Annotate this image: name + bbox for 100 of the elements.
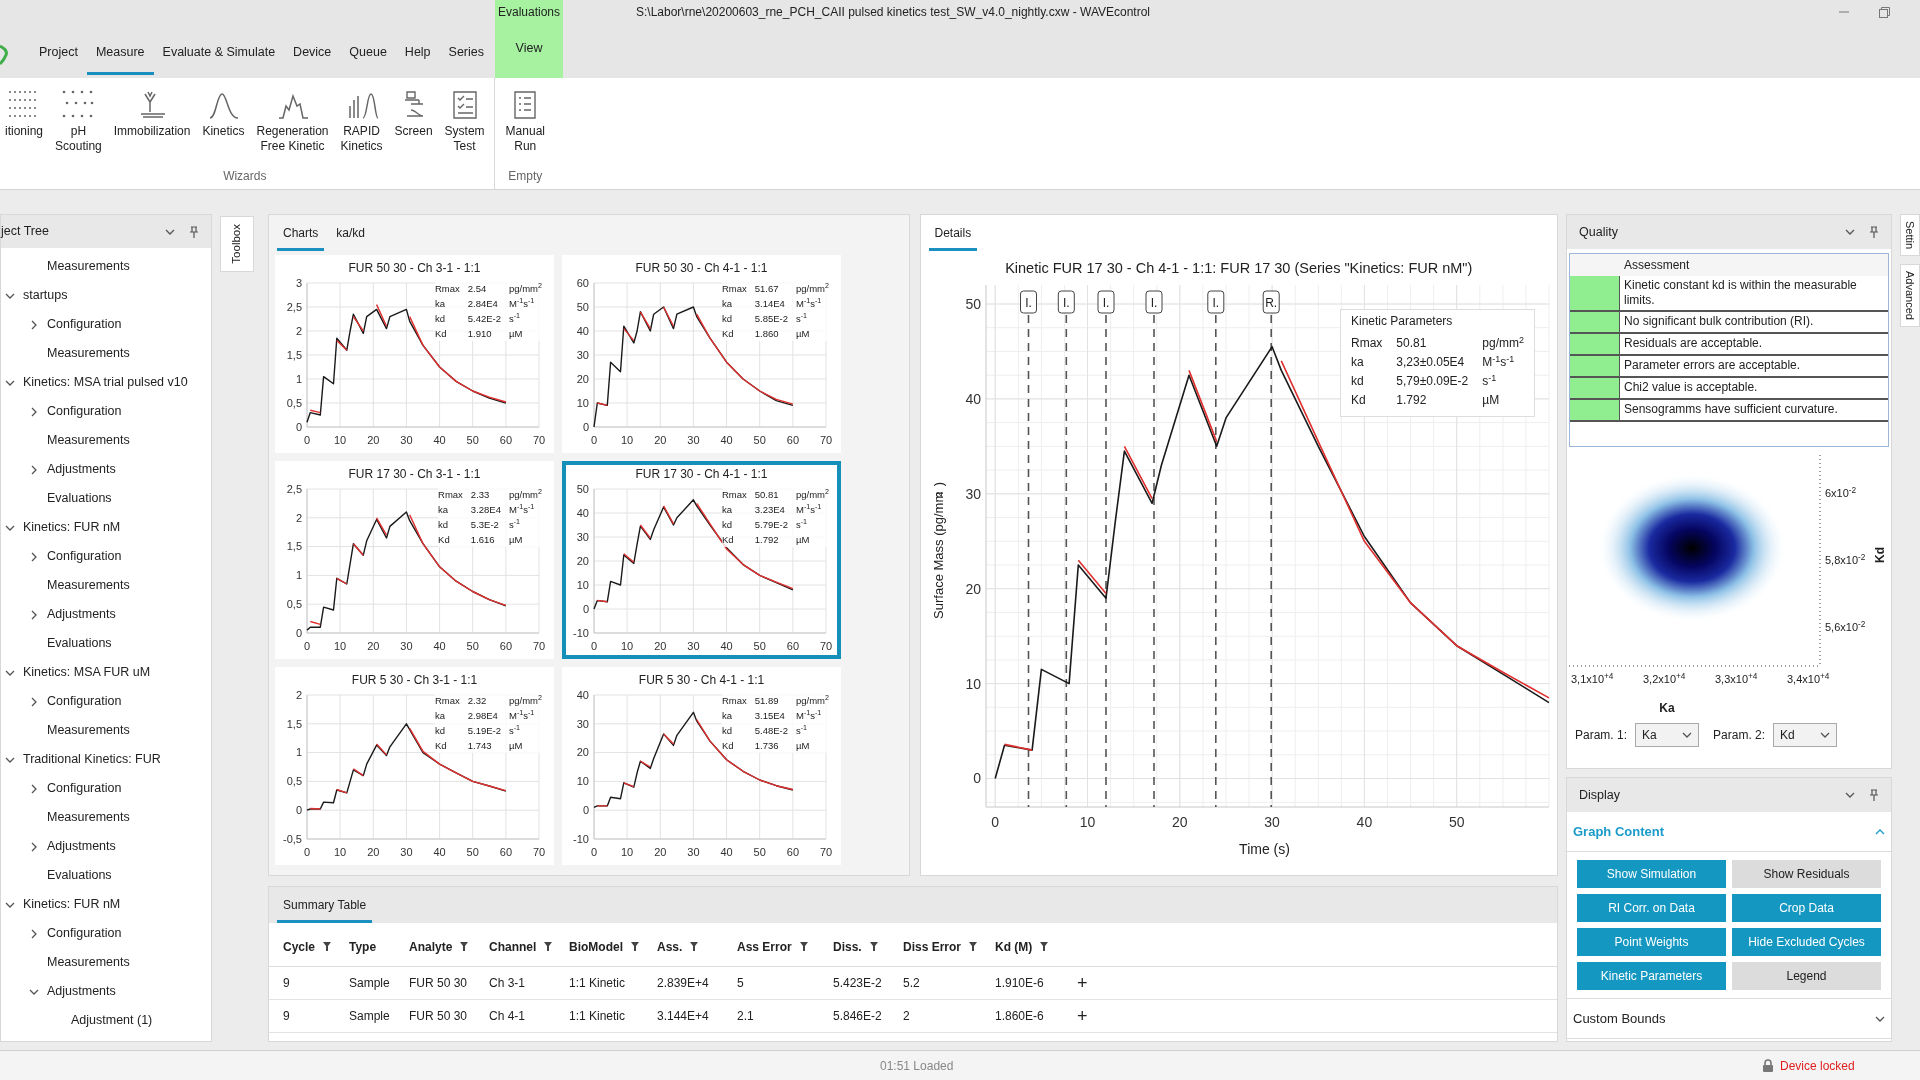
tree-item[interactable]: Configuration [1, 397, 211, 427]
menu-item[interactable]: Series [439, 41, 493, 75]
tree-item[interactable]: Configuration [1, 310, 211, 340]
column-header[interactable]: Diss. [833, 937, 862, 956]
tree-item[interactable]: Adjustments [1, 600, 211, 630]
chevron-icon[interactable] [29, 406, 39, 417]
dropdown[interactable]: Ka [1635, 723, 1700, 747]
filter-icon[interactable] [1040, 942, 1049, 951]
filter-icon[interactable] [690, 942, 699, 951]
side-tab[interactable]: Advanced [1900, 264, 1920, 328]
chart-card[interactable]: FUR 5 30 - Ch 3-1 - 1:1 -0,5 0 0,5 1 1,5 2 0 10 20 30 40 50 60 70 Rmax 2.32 pg/mm$^{2}$ ka 2.98E4 M$^{-1}$s$^{-1}$ kd 5.19E-2 s$^{-1}$ Kd 1.743 µM [275, 667, 554, 865]
tab[interactable]: Details [928, 224, 978, 251]
tree-item[interactable]: Configuration [1, 542, 211, 572]
chevron-icon[interactable] [29, 783, 39, 794]
tree-item[interactable]: Measurements [1, 571, 211, 601]
menu-item[interactable]: Evaluate & Simulate [153, 41, 285, 75]
chevron-icon[interactable] [29, 696, 39, 707]
filter-icon[interactable] [869, 942, 878, 951]
tree-item[interactable]: Measurements [1, 252, 211, 282]
pin-icon[interactable] [1869, 226, 1879, 238]
tree-item[interactable]: Configuration [1, 919, 211, 949]
tree-item[interactable]: Kinetics: FUR nM [1, 513, 211, 543]
tree-item[interactable]: Traditional Kinetics: FUR [1, 745, 211, 775]
column-header[interactable]: Ass Error [737, 937, 792, 956]
filter-icon[interactable] [544, 942, 553, 951]
toggle-button[interactable]: Legend [1732, 962, 1881, 990]
chart-card[interactable]: FUR 5 30 - Ch 4-1 - 1:1 -10 0 10 20 30 40 0 10 20 30 40 50 60 70 Rmax 51.89 pg/mm$^{2}$ ka 3.15E4 M$^{-1}$s$^{-1}$ kd 5.48E-2 s$^{-1}$ Kd 1.736 µM [562, 667, 841, 865]
menu-item[interactable]: Project [30, 41, 87, 75]
tree-item[interactable]: Evaluations [1, 629, 211, 659]
column-header[interactable]: Type [349, 937, 377, 956]
chevron-icon[interactable] [29, 609, 39, 620]
ribbon-button[interactable]: itioning [0, 88, 49, 139]
add-button[interactable]: + [1077, 974, 1107, 992]
chart-card[interactable]: FUR 50 30 - Ch 3-1 - 1:1 0 0,5 1 1,5 2 2,5 3 0 10 20 30 40 50 60 70 Rmax 2.54 pg/mm$^{2}$ ka 2.84E4 M$^{-1}$s$^{-1}$ kd 5.42E-2 s$^{-1}$ Kd 1.910 µM [275, 255, 554, 453]
menu-item[interactable]: View [515, 39, 543, 67]
filter-icon[interactable] [969, 942, 978, 951]
filter-icon[interactable] [460, 942, 469, 951]
column-header[interactable]: BioModel [569, 937, 623, 956]
menu-item[interactable]: Help [395, 41, 440, 75]
column-header[interactable]: Kd (M) [995, 937, 1033, 956]
tab[interactable]: Charts [277, 224, 325, 251]
menu-item[interactable]: Device [284, 41, 341, 75]
filter-icon[interactable] [323, 942, 332, 951]
tab[interactable]: Summary Table [277, 896, 373, 923]
toolbox-tab[interactable]: Toolbox [220, 216, 254, 272]
tree-item[interactable]: Configuration [1, 687, 211, 717]
column-header[interactable]: Channel [489, 937, 537, 956]
chart-card[interactable]: FUR 17 30 - Ch 4-1 - 1:1 -10 0 10 20 30 40 50 0 10 20 30 40 50 60 70 Rmax 50.81 pg/mm$^{2}$ ka 3.23E4 M$^{-1}$s$^{-1}$ kd 5.79E-2 s$^{-1}$ Kd 1.792 µM [562, 461, 841, 659]
pin-icon[interactable] [1869, 789, 1879, 801]
pin-icon[interactable] [189, 225, 199, 238]
filter-icon[interactable] [799, 942, 808, 951]
chevron-icon[interactable] [29, 841, 39, 852]
restore-icon[interactable] [1879, 6, 1890, 18]
ribbon-button[interactable]: Regeneration Free Kinetic [251, 88, 334, 154]
ribbon-button[interactable]: Kinetics [197, 88, 250, 139]
filter-icon[interactable] [631, 942, 639, 951]
tree-item[interactable]: Measurements [1, 339, 211, 369]
tree-item[interactable]: Kinetics: MSA FUR uM [1, 658, 211, 688]
menu-item[interactable]: Queue [340, 41, 396, 75]
tree-item[interactable]: Adjustments [1, 977, 211, 1007]
column-header[interactable]: Ass. [657, 937, 683, 956]
chevron-icon[interactable] [29, 551, 39, 562]
column-header[interactable]: Diss Error [903, 937, 962, 956]
tree-item[interactable]: Kinetics: FUR nM [1, 890, 211, 920]
menu-item[interactable]: Measure [86, 41, 154, 75]
tree-item[interactable]: Measurements [1, 426, 211, 456]
chart-card[interactable]: FUR 17 30 - Ch 3-1 - 1:1 0 0,5 1 1,5 2 2,5 0 10 20 30 40 50 60 70 Rmax 2.33 pg/mm$^{2}$ ka 3.28E4 M$^{-1}$s$^{-1}$ kd 5.3E-2 s$^{-1}$ Kd 1.616 µM [275, 461, 554, 659]
ribbon-button[interactable]: Screen [389, 88, 438, 139]
tree-item[interactable]: Evaluations [1, 861, 211, 891]
tree-item[interactable]: Adjustments [1, 455, 211, 485]
tree-item[interactable]: Evaluations [1, 484, 211, 514]
tree-item[interactable]: Configuration [1, 774, 211, 804]
ribbon-button[interactable]: Manual Run [500, 88, 550, 154]
chevron-icon[interactable] [29, 464, 39, 475]
tree-item[interactable]: startups [1, 281, 211, 311]
side-tab[interactable]: Settin [1900, 214, 1920, 257]
ribbon-button[interactable]: RAPID Kinetics [335, 88, 388, 154]
tree-item[interactable]: Adjustments [1, 832, 211, 862]
caret-icon[interactable] [1820, 730, 1831, 740]
dropdown[interactable]: Kd [1773, 723, 1838, 747]
toggle-button[interactable]: Show Residuals [1732, 860, 1881, 888]
ribbon-button[interactable]: System Test [439, 88, 490, 154]
add-button[interactable]: + [1077, 1007, 1107, 1025]
tree-item[interactable]: Adjustment (1) [1, 1006, 211, 1036]
chart-card[interactable]: FUR 50 30 - Ch 4-1 - 1:1 0 10 20 30 40 50 60 0 10 20 30 40 50 60 70 Rmax 51.67 pg/mm$^{2}$ ka 3.14E4 M$^{-1}$s$^{-1}$ kd 5.85E-2 s$^{-1}$ Kd 1.860 µM [562, 255, 841, 453]
tab[interactable]: ka/kd [330, 224, 372, 251]
tree-item[interactable]: Measurements [1, 716, 211, 746]
tree-item[interactable]: Kinetics: MSA trial pulsed v10 [1, 368, 211, 398]
ribbon-button[interactable]: pH Scouting [50, 88, 107, 154]
column-header[interactable]: Cycle [283, 937, 316, 956]
column-header[interactable]: Analyte [409, 937, 453, 956]
chevron-down-icon[interactable] [1845, 790, 1855, 800]
chevron-icon[interactable] [29, 928, 39, 939]
tree-item[interactable]: Measurements [1, 948, 211, 978]
tree-item[interactable]: Measurements [1, 803, 211, 833]
chevron-down-icon[interactable] [1845, 227, 1855, 237]
ribbon-button[interactable]: Immobilization [108, 88, 196, 139]
section-header[interactable]: Custom Bounds [1567, 999, 1891, 1039]
caret-icon[interactable] [1682, 730, 1693, 740]
chevron-icon[interactable] [29, 319, 39, 330]
